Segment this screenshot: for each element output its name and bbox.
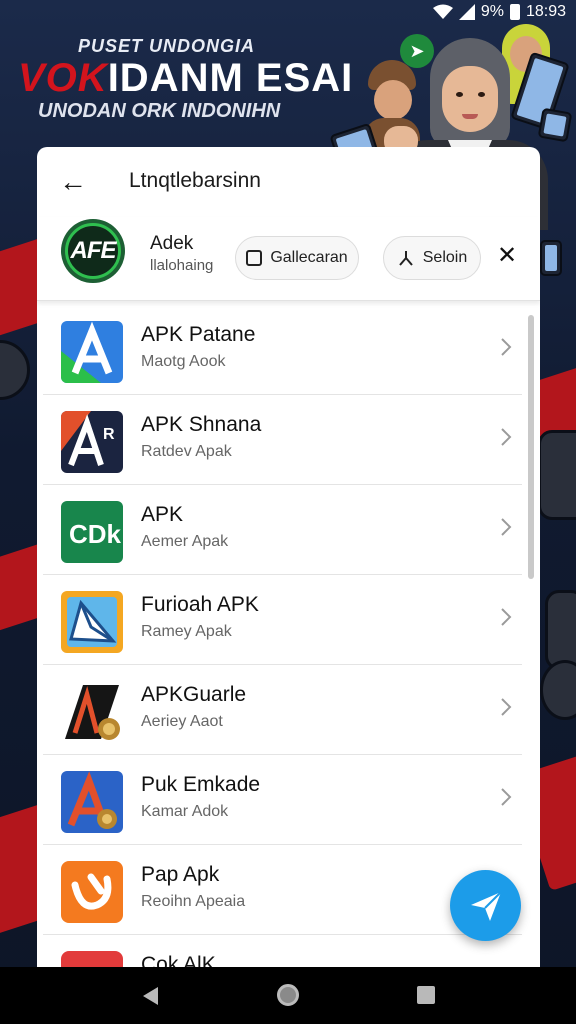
navigation-bar — [0, 967, 576, 1024]
list-item-title: APK Shnana — [141, 413, 262, 436]
app-logo-text: AFE — [70, 237, 117, 264]
nav-back-icon[interactable] — [140, 985, 162, 1007]
phone-illustration — [537, 107, 573, 143]
clock: 18:93 — [525, 3, 566, 20]
background-gadget — [545, 590, 576, 670]
phone-illustration — [540, 240, 562, 276]
gallery-button[interactable]: Gallecaran — [235, 236, 359, 280]
nav-home-icon[interactable] — [277, 984, 299, 1006]
list-item-title: APK Patane — [141, 323, 256, 346]
select-button-label: Seloin — [422, 249, 468, 266]
list-item-subtitle: Maotg Aook — [141, 353, 226, 370]
chevron-right-icon — [501, 608, 512, 626]
banner-line-3: UNODAN ORK INDONIHN — [38, 100, 281, 122]
background-gadget — [538, 430, 576, 520]
list-item[interactable]: Furioah APK Ramey Apak — [43, 575, 522, 665]
apk-orange-icon — [61, 861, 123, 923]
list-item-title: Pap Apk — [141, 863, 220, 886]
chevron-right-icon — [501, 698, 512, 716]
list-item-title: APK — [141, 503, 184, 526]
page-title: Ltnqtlebarsinn — [129, 169, 261, 192]
background-gadget — [0, 340, 30, 400]
status-bar: 9% 18:93 — [0, 0, 576, 26]
svg-text:CDk: CDk — [69, 519, 122, 549]
list-item-subtitle: Ramey Apak — [141, 623, 232, 640]
app-list: APK Patane Maotg Aook R APK Shnana Ratde… — [37, 305, 540, 967]
apk-guard-icon — [61, 681, 123, 743]
list-item[interactable]: Pap Apk Reoihn Apeaia — [43, 845, 522, 935]
app-logo: AFE — [61, 219, 125, 283]
list-item-subtitle: Aemer Apak — [141, 533, 229, 550]
app-subtitle: llalohaing — [150, 257, 214, 274]
send-fab-button[interactable] — [450, 870, 521, 941]
list-item-title: Cok AlK — [141, 953, 216, 967]
list-item-title: Furioah APK — [141, 593, 259, 616]
apk-blue-a-icon — [61, 771, 123, 833]
app-name: Adek — [150, 233, 194, 254]
gallery-button-label: Gallecaran — [270, 249, 348, 266]
chevron-right-icon — [501, 788, 512, 806]
signal-icon — [458, 4, 475, 20]
apk-red-icon — [61, 951, 123, 967]
wifi-icon — [432, 4, 453, 19]
scrollbar[interactable] — [528, 315, 534, 579]
sheet-header: ← Ltnqtlebarsinn — [37, 147, 540, 217]
nav-recents-icon[interactable] — [417, 986, 435, 1004]
app-list-sheet: ← Ltnqtlebarsinn AFE Adek llalohaing Gal… — [37, 147, 540, 967]
list-item-subtitle: Reoihn Apeaia — [141, 893, 246, 910]
list-item-title: APKGuarle — [141, 683, 247, 706]
list-item-subtitle: Aeriey Aaot — [141, 713, 223, 730]
list-item-subtitle: Ratdev Apak — [141, 443, 232, 460]
banner-line-2: VOKIDANM ESAI — [18, 56, 353, 101]
chevron-right-icon — [501, 518, 512, 536]
svg-text:R: R — [103, 426, 115, 443]
chevron-right-icon — [501, 338, 512, 356]
list-item[interactable]: R APK Shnana Ratdev Apak — [43, 395, 522, 485]
list-item[interactable]: APK Patane Maotg Aook — [43, 305, 522, 395]
chevron-right-icon — [501, 428, 512, 446]
list-item[interactable]: Cok AlK — [43, 935, 522, 967]
app-info-bar: AFE Adek llalohaing Gallecaran Seloin ✕ — [37, 217, 540, 301]
paper-plane-icon — [471, 891, 502, 921]
apk-a-green-icon — [61, 321, 123, 383]
apk-ak-dark-icon: R — [61, 411, 123, 473]
list-item-title: Puk Emkade — [141, 773, 261, 796]
apk-envelope-icon — [61, 591, 123, 653]
person-icon — [398, 251, 413, 266]
apk-cdk-green-icon: CDk — [61, 501, 123, 563]
list-item[interactable]: APKGuarle Aeriey Aaot — [43, 665, 522, 755]
select-button[interactable]: Seloin — [383, 236, 481, 280]
background-gadget — [540, 660, 576, 720]
banner-line-2-white: IDANM ESAI — [107, 56, 354, 100]
list-item-subtitle: Kamar Adok — [141, 803, 229, 820]
checkbox-icon — [246, 250, 263, 266]
list-item[interactable]: CDk APK Aemer Apak — [43, 485, 522, 575]
battery-percent: 9% — [480, 3, 504, 20]
banner-line-2-red: VOK — [18, 56, 108, 100]
close-icon[interactable]: ✕ — [492, 241, 522, 271]
back-arrow-icon[interactable]: ← — [55, 165, 91, 201]
battery-icon — [509, 4, 520, 20]
banner-line-1: PUSET UNDONGIA — [78, 36, 256, 56]
list-item[interactable]: Puk Emkade Kamar Adok — [43, 755, 522, 845]
